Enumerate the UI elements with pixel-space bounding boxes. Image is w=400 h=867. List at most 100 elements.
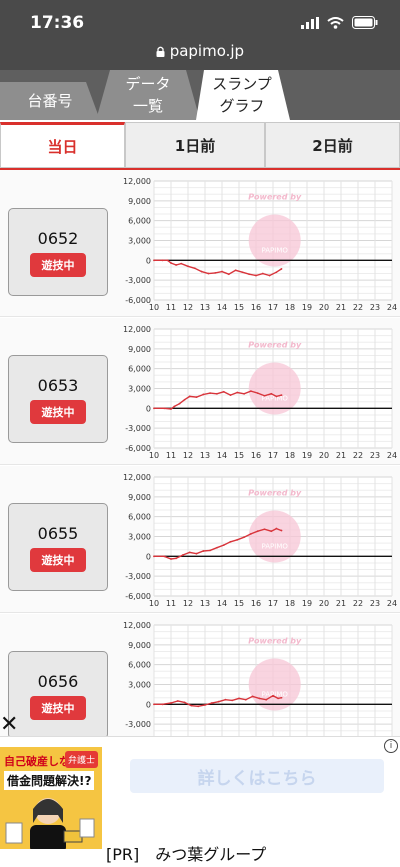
y-tick-label: 12,000 bbox=[123, 473, 151, 482]
x-tick-label: 15 bbox=[234, 451, 244, 460]
data-point bbox=[153, 259, 155, 262]
watermark-logo bbox=[248, 658, 301, 711]
tab-today[interactable]: 当日 bbox=[0, 122, 125, 168]
x-tick-label: 14 bbox=[217, 599, 227, 608]
ad-details-button[interactable]: 詳しくはこちら bbox=[130, 759, 384, 793]
ad-banner[interactable]: i 自己破産しなくても 借金問題解決!? 弁護士 詳しくはこちら [PR] みつ… bbox=[0, 736, 400, 867]
data-point bbox=[175, 264, 177, 266]
y-tick-label: 9,000 bbox=[128, 641, 151, 650]
watermark-logo bbox=[248, 214, 301, 267]
y-tick-label: 0 bbox=[146, 700, 151, 709]
x-tick-label: 20 bbox=[319, 303, 329, 312]
data-point bbox=[209, 392, 211, 395]
data-point bbox=[222, 390, 225, 393]
data-point bbox=[263, 394, 266, 397]
tab-slump-graph[interactable]: スランプ グラフ bbox=[200, 70, 284, 120]
ad-info-icon[interactable]: i bbox=[384, 739, 398, 753]
x-tick-label: 23 bbox=[370, 599, 380, 608]
data-point bbox=[216, 546, 218, 549]
x-tick-label: 13 bbox=[200, 599, 210, 608]
list-item: 0652 遊技中 Powered by PAPIMO 12,000 9,000 6,00… bbox=[0, 170, 400, 317]
data-point bbox=[207, 272, 210, 275]
status-badge: 遊技中 bbox=[30, 253, 86, 277]
slump-chart: Powered byPAPIMO12,0009,0006,0003,0000-3… bbox=[123, 177, 397, 312]
x-tick-label: 19 bbox=[302, 599, 312, 608]
x-tick-label: 22 bbox=[353, 303, 363, 312]
ad-image[interactable]: 自己破産しなくても 借金問題解決!? 弁護士 bbox=[0, 747, 102, 849]
x-tick-label: 18 bbox=[285, 451, 295, 460]
x-tick-label: 23 bbox=[370, 303, 380, 312]
data-point bbox=[236, 538, 239, 541]
data-point bbox=[202, 550, 205, 552]
y-tick-label: -3,000 bbox=[125, 276, 151, 285]
y-tick-label: 0 bbox=[146, 552, 151, 561]
battery-icon bbox=[352, 16, 378, 29]
data-point bbox=[187, 265, 189, 268]
address-bar[interactable]: papimo.jp bbox=[0, 42, 400, 60]
x-tick-label: 19 bbox=[302, 303, 312, 312]
tab-machine-number[interactable]: 台番号 bbox=[8, 76, 92, 126]
data-point bbox=[248, 273, 251, 276]
data-point bbox=[163, 407, 166, 410]
watermark-logo bbox=[248, 510, 301, 563]
data-point bbox=[275, 395, 278, 398]
watermark-text: Powered by bbox=[248, 341, 302, 350]
data-point bbox=[183, 398, 186, 401]
tab-2-days-ago[interactable]: 2日前 bbox=[265, 122, 400, 168]
clock: 17:36 bbox=[30, 13, 85, 33]
slump-chart: Powered byPAPIMO12,0009,0006,0003,0000-3… bbox=[123, 621, 393, 736]
machine-card[interactable]: 0652 遊技中 bbox=[8, 208, 108, 296]
view-tabs: 台番号 データ 一覧 スランプ グラフ bbox=[0, 70, 400, 120]
data-point bbox=[202, 393, 205, 396]
x-tick-label: 15 bbox=[234, 599, 244, 608]
data-point bbox=[188, 551, 191, 554]
data-point bbox=[224, 698, 227, 701]
data-point bbox=[280, 268, 283, 270]
data-point bbox=[182, 554, 184, 556]
x-tick-label: 24 bbox=[387, 303, 397, 312]
x-tick-label: 16 bbox=[251, 303, 261, 312]
y-tick-label: -3,000 bbox=[125, 424, 151, 433]
machine-card[interactable]: 0656 遊技中 bbox=[8, 651, 108, 736]
x-tick-label: 10 bbox=[149, 303, 159, 312]
data-point bbox=[265, 698, 268, 701]
data-point bbox=[193, 267, 196, 270]
y-tick-label: -6,000 bbox=[125, 592, 151, 601]
machine-card[interactable]: 0655 遊技中 bbox=[8, 503, 108, 591]
data-point bbox=[227, 273, 230, 276]
data-point bbox=[244, 698, 247, 701]
data-point bbox=[263, 528, 266, 531]
data-point bbox=[251, 695, 254, 698]
watermark-logo bbox=[248, 362, 301, 415]
y-tick-label: 9,000 bbox=[128, 493, 151, 502]
machine-number: 0655 bbox=[37, 524, 79, 543]
x-tick-label: 12 bbox=[183, 599, 193, 608]
data-point bbox=[275, 271, 278, 274]
data-point bbox=[153, 555, 155, 558]
y-tick-label: 12,000 bbox=[123, 621, 151, 630]
x-tick-label: 17 bbox=[268, 599, 278, 608]
wifi-icon bbox=[327, 16, 344, 29]
machine-card[interactable]: 0653 遊技中 bbox=[8, 355, 108, 443]
tab-data-list[interactable]: データ 一覧 bbox=[104, 70, 192, 120]
tab-1-day-ago[interactable]: 1日前 bbox=[125, 122, 265, 168]
data-point bbox=[243, 536, 245, 539]
data-point bbox=[268, 274, 271, 277]
y-tick-label: -3,000 bbox=[125, 572, 151, 581]
machine-list: 0652 遊技中 Powered by PAPIMO 12,000 9,000 6,00… bbox=[0, 170, 400, 736]
x-tick-label: 20 bbox=[319, 451, 329, 460]
data-point bbox=[270, 530, 273, 533]
data-point bbox=[163, 555, 166, 558]
data-point bbox=[214, 271, 217, 274]
status-badge: 遊技中 bbox=[30, 400, 86, 424]
ad-close-icon[interactable]: ✕ bbox=[0, 712, 18, 737]
data-point bbox=[161, 259, 164, 262]
x-tick-label: 13 bbox=[200, 451, 210, 460]
x-tick-label: 22 bbox=[353, 451, 363, 460]
x-tick-label: 16 bbox=[251, 451, 261, 460]
data-point bbox=[209, 549, 211, 552]
data-point bbox=[250, 532, 252, 535]
signal-icon bbox=[301, 16, 319, 29]
y-tick-label: -3,000 bbox=[125, 720, 151, 729]
x-tick-label: 17 bbox=[268, 303, 278, 312]
